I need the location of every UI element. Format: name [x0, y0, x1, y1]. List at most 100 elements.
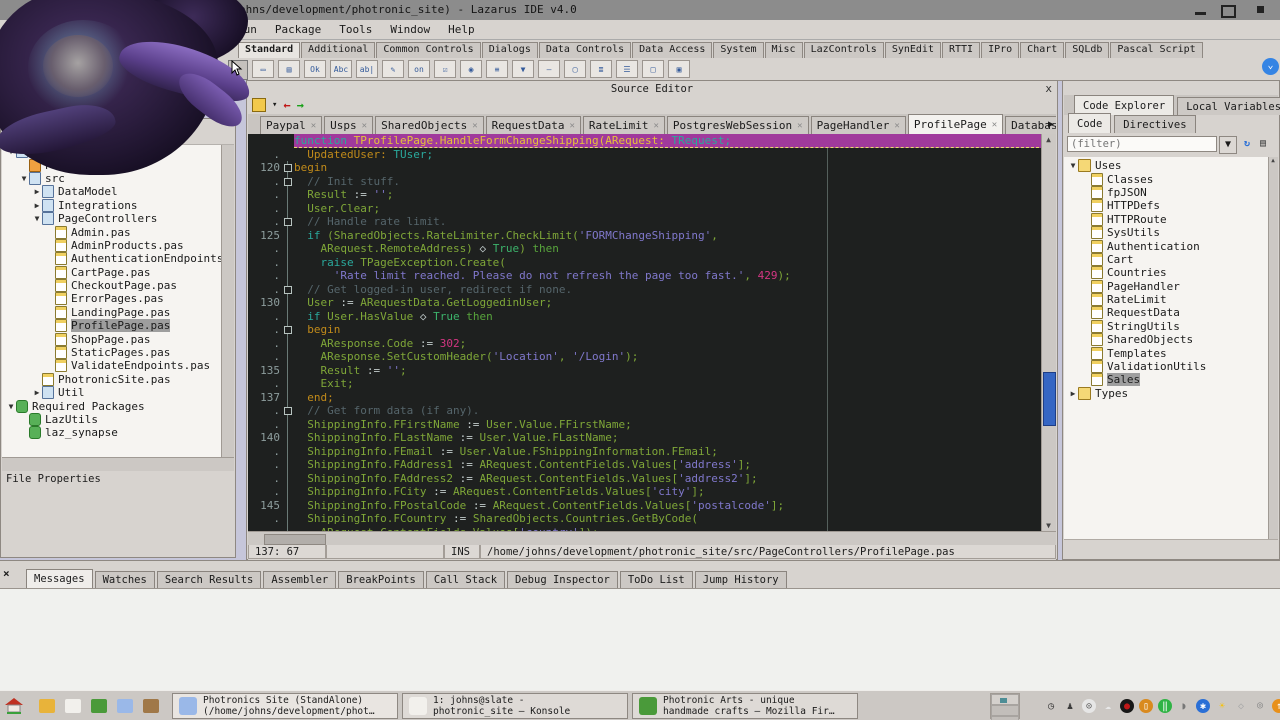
code-line[interactable]: . 'Rate limit reached. Please do not ref… [248, 269, 1044, 283]
explorer-item-requestdata[interactable]: RequestData [1064, 306, 1272, 319]
code-line[interactable]: 120begin [248, 161, 1044, 175]
messages-tab-assembler[interactable]: Assembler [263, 571, 336, 588]
expand-closed-icon[interactable]: ▶ [1068, 389, 1078, 398]
project-item-datamodel[interactable]: ▶DataModel [2, 185, 224, 198]
component-icon-13[interactable]: ≣ [590, 60, 612, 78]
task-button-photronic-arts-unique[interactable]: Photronic Arts - uniquehandmade crafts —… [632, 693, 858, 719]
open-folder-icon[interactable] [24, 124, 44, 139]
palette-tab-additional[interactable]: Additional [301, 42, 375, 58]
refresh-icon[interactable]: ↻ [1239, 136, 1255, 152]
explorer-vscrollbar[interactable]: ▲ [1268, 157, 1278, 541]
palette-tab-chart[interactable]: Chart [1020, 42, 1064, 58]
palette-tab-dialogs[interactable]: Dialogs [482, 42, 538, 58]
explorer-item-classes[interactable]: Classes [1064, 172, 1272, 185]
fold-gutter[interactable] [283, 175, 294, 189]
explorer-item-sales[interactable]: Sales [1064, 373, 1272, 386]
project-item-errorpages-pas[interactable]: ErrorPages.pas [2, 292, 224, 305]
fold-gutter[interactable] [283, 445, 294, 459]
code-editor[interactable]: function TProfilePage.HandleFormChangeSh… [248, 134, 1044, 531]
clipboard-icon[interactable]: ▯ [1139, 699, 1153, 713]
project-item-photronicsite[interactable]: PhotronicSite [2, 158, 224, 171]
workspace-2[interactable] [991, 705, 1019, 716]
palette-tab-sqldb[interactable]: SQLdb [1065, 42, 1109, 58]
explorer-item-validationutils[interactable]: ValidationUtils [1064, 360, 1272, 373]
project-item-cartpage-pas[interactable]: CartPage.pas [2, 266, 224, 279]
editor-tab-requestdata[interactable]: RequestData✕ [486, 116, 581, 134]
folder-launcher[interactable] [35, 695, 59, 717]
fold-gutter[interactable] [283, 485, 294, 499]
component-icon-11[interactable]: — [538, 60, 560, 78]
explorer-item-ratelimit[interactable]: RateLimit [1064, 293, 1272, 306]
project-item-admin-pas[interactable]: Admin.pas [2, 225, 224, 238]
code-line[interactable]: . ShippingInfo.FEmail := User.Value.FShi… [248, 445, 1044, 459]
project-item-shoppage-pas[interactable]: ShopPage.pas [2, 332, 224, 345]
lazarus-launcher[interactable] [113, 695, 137, 717]
scroll-down-icon[interactable]: ▼ [1042, 521, 1055, 530]
code-line[interactable]: function TProfilePage.HandleFormChangeSh… [248, 134, 1044, 148]
project-item-src[interactable]: ▼src [2, 172, 224, 185]
palette-tab-rtti[interactable]: RTTI [942, 42, 980, 58]
code-line[interactable]: . AResponse.SetCustomHeader('Location', … [248, 350, 1044, 364]
subtab-code[interactable]: Code [1068, 113, 1111, 133]
tab-close-icon[interactable]: ✕ [654, 121, 659, 131]
tab-close-icon[interactable]: ✕ [992, 120, 997, 130]
menu-item-tools[interactable]: Tools [330, 21, 381, 38]
project-item-adminproducts-pas[interactable]: AdminProducts.pas [2, 239, 224, 252]
component-icon-3[interactable]: Abc [330, 60, 352, 78]
code-line[interactable]: . begin [248, 323, 1044, 337]
expand-closed-icon[interactable]: ▶ [32, 388, 42, 397]
mouse-icon[interactable]: ◇ [1234, 699, 1248, 713]
konsole-launcher[interactable] [61, 695, 85, 717]
menu-item-window[interactable]: Window [381, 21, 439, 38]
keyring-icon[interactable]: ⊙ [1082, 699, 1096, 713]
fold-gutter[interactable] [283, 512, 294, 526]
editor-tab-usps[interactable]: Usps✕ [324, 116, 373, 134]
project-item-landingpage-pas[interactable]: LandingPage.pas [2, 306, 224, 319]
palette-tab-misc[interactable]: Misc [765, 42, 803, 58]
code-line[interactable]: 145 ShippingInfo.FPostalCode := ARequest… [248, 499, 1044, 513]
fold-gutter[interactable] [283, 202, 294, 216]
code-line[interactable]: 125 if (SharedObjects.RateLimiter.CheckL… [248, 229, 1044, 243]
editor-tab-postgreswebsession[interactable]: PostgresWebSession✕ [667, 116, 809, 134]
menu-item-help[interactable]: Help [439, 21, 484, 38]
tab-local-variables[interactable]: Local Variables [1177, 97, 1280, 115]
palette-tab-standard[interactable]: Standard [238, 42, 300, 58]
explorer-item-httpdefs[interactable]: HTTPDefs [1064, 199, 1272, 212]
component-icon-5[interactable]: ✎ [382, 60, 404, 78]
editor-hscroll-thumb[interactable] [264, 534, 326, 545]
editor-tab-ratelimit[interactable]: RateLimit✕ [583, 116, 665, 134]
project-item-files[interactable]: ▼Files [2, 145, 224, 158]
component-icon-14[interactable]: ☰ [616, 60, 638, 78]
code-line[interactable]: . ShippingInfo.FCity := ARequest.Content… [248, 485, 1044, 499]
code-line[interactable]: 135 Result := ''; [248, 364, 1044, 378]
options-icon[interactable]: ▤ [1255, 136, 1271, 152]
fold-gutter[interactable] [283, 161, 294, 175]
code-line[interactable]: . Exit; [248, 377, 1044, 391]
source-editor-close-icon[interactable]: x [1045, 82, 1052, 95]
explorer-item-fpjson[interactable]: fpJSON [1064, 186, 1272, 199]
explorer-item-uses[interactable]: ▼Uses [1064, 159, 1272, 172]
editor-tab-sharedobjects[interactable]: SharedObjects✕ [375, 116, 484, 134]
fold-gutter[interactable] [283, 296, 294, 310]
fold-gutter[interactable] [283, 377, 294, 391]
code-line[interactable]: . AResponse.Code := 302; [248, 337, 1044, 351]
project-item-photronicsite-pas[interactable]: PhotronicSite.pas [2, 373, 224, 386]
editor-vscrollbar[interactable]: ▲ ▼ [1041, 134, 1056, 531]
expand-open-icon[interactable]: ▼ [6, 402, 16, 411]
component-icon-16[interactable]: ▣ [668, 60, 690, 78]
code-line[interactable]: . if User.HasValue ◇ True then [248, 310, 1044, 324]
fold-gutter[interactable] [283, 188, 294, 202]
component-icon-9[interactable]: ≡ [486, 60, 508, 78]
fold-gutter[interactable] [283, 215, 294, 229]
project-item-pagecontrollers[interactable]: ▼PageControllers [2, 212, 224, 225]
project-item-validateendpoints-pas[interactable]: ValidateEndpoints.pas [2, 359, 224, 372]
subtab-directives[interactable]: Directives [1114, 115, 1195, 133]
expand-open-icon[interactable]: ▼ [6, 147, 16, 156]
explorer-item-cart[interactable]: Cart [1064, 253, 1272, 266]
fold-gutter[interactable] [283, 323, 294, 337]
fold-gutter[interactable] [283, 269, 294, 283]
minimize-button-icon[interactable] [1195, 5, 1206, 15]
explorer-item-sysutils[interactable]: SysUtils [1064, 226, 1272, 239]
editor-vscroll-thumb[interactable] [1043, 372, 1056, 426]
component-icon-12[interactable]: ▢ [564, 60, 586, 78]
